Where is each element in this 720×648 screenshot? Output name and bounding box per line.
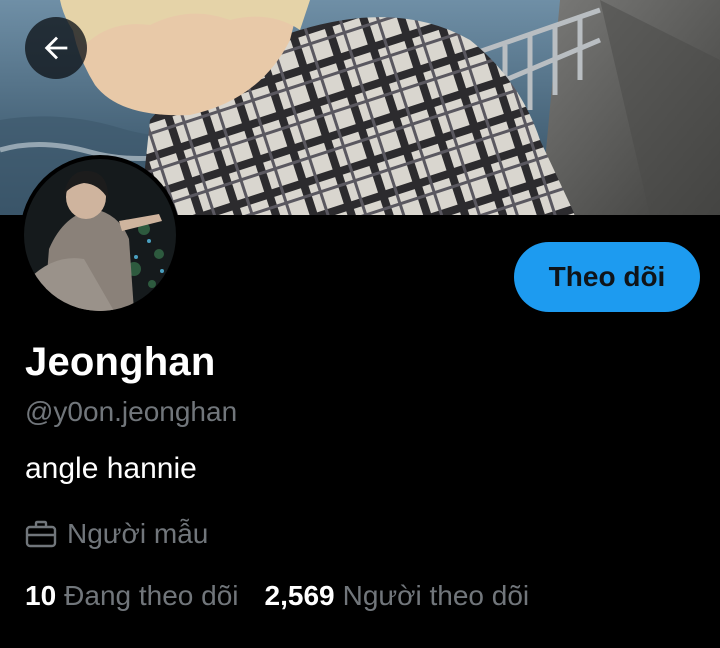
following-link[interactable]: 10 Đang theo dõi [25,580,239,612]
following-label: Đang theo dõi [64,580,239,611]
category-label: Người mẫu [67,518,209,549]
follow-button[interactable]: Theo dõi [514,242,700,312]
profile-category: Người mẫu [25,518,208,550]
back-button[interactable] [25,17,87,79]
arrow-left-icon [44,36,68,60]
followers-link[interactable]: 2,569 Người theo dõi [265,580,530,612]
avatar[interactable] [20,155,180,315]
follow-stats: 10 Đang theo dõi 2,569 Người theo dõi [25,580,529,612]
briefcase-icon [25,520,57,548]
display-name: Jeonghan [25,340,216,384]
bio: angle hannie [25,452,197,485]
followers-label: Người theo dõi [342,580,530,611]
following-count: 10 [25,580,57,611]
follow-button-label: Theo dõi [548,261,666,292]
followers-count: 2,569 [264,580,335,611]
avatar-photo [24,159,176,311]
user-handle: @y0on.jeonghan [25,396,238,427]
